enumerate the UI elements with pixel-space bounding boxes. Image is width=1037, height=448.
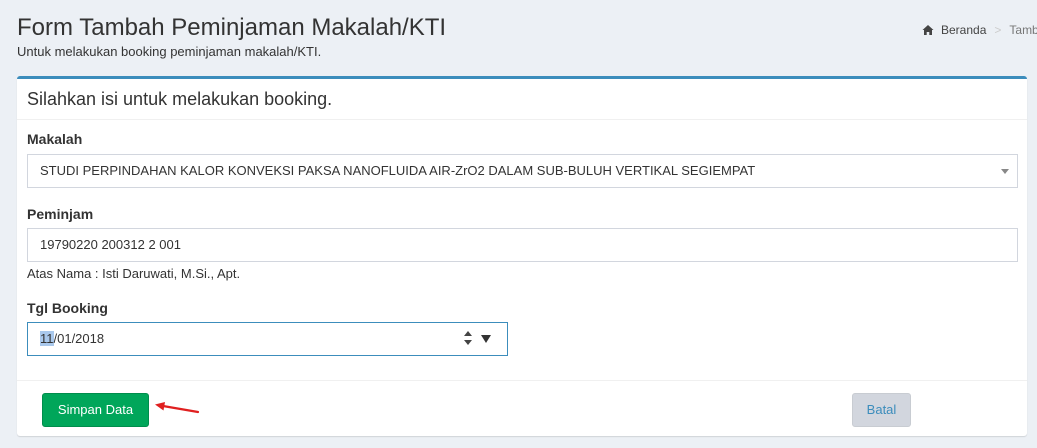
breadcrumb: Beranda > Tamb	[922, 23, 1037, 37]
save-button[interactable]: Simpan Data	[42, 393, 149, 427]
spinner-icon[interactable]	[463, 331, 473, 347]
home-icon	[922, 25, 934, 35]
booking-form-box: Silahkan isi untuk melakukan booking. Ma…	[17, 76, 1027, 436]
peminjam-label: Peminjam	[27, 206, 94, 222]
date-rest-segment[interactable]: /01/2018	[54, 331, 105, 346]
makalah-label: Makalah	[27, 131, 83, 147]
page-subtitle: Untuk melakukan booking peminjaman makal…	[17, 44, 322, 59]
box-title: Silahkan isi untuk melakukan booking.	[27, 89, 333, 109]
red-arrow-icon	[155, 402, 200, 414]
breadcrumb-separator: >	[994, 23, 1002, 37]
box-header: Silahkan isi untuk melakukan booking.	[17, 79, 1027, 120]
makalah-selected-value: STUDI PERPINDAHAN KALOR KONVEKSI PAKSA N…	[40, 163, 756, 178]
breadcrumb-home-link[interactable]: Beranda	[941, 23, 986, 37]
tgl-booking-label: Tgl Booking	[27, 300, 108, 316]
spinner-down-icon[interactable]	[464, 340, 472, 345]
page-title: Form Tambah Peminjaman Makalah/KTI	[17, 14, 447, 41]
cancel-button[interactable]: Batal	[852, 393, 911, 427]
page-header: Form Tambah Peminjaman Makalah/KTI Untuk…	[17, 14, 446, 59]
calendar-dropdown-icon[interactable]	[481, 335, 491, 343]
spinner-up-icon[interactable]	[464, 331, 472, 336]
peminjam-help-text: Atas Nama : Isti Daruwati, M.Si., Apt.	[27, 266, 241, 281]
chevron-down-icon	[1001, 169, 1009, 174]
peminjam-value: 19790220 200312 2 001	[40, 237, 181, 252]
date-day-segment[interactable]: 11	[40, 331, 54, 346]
peminjam-input[interactable]: 19790220 200312 2 001	[27, 228, 1018, 262]
makalah-select[interactable]: STUDI PERPINDAHAN KALOR KONVEKSI PAKSA N…	[27, 154, 1018, 188]
box-footer: Simpan Data Batal	[17, 380, 1027, 436]
tgl-booking-date-input[interactable]: 11/01/2018	[27, 322, 508, 356]
breadcrumb-current: Tamb	[1009, 23, 1037, 37]
